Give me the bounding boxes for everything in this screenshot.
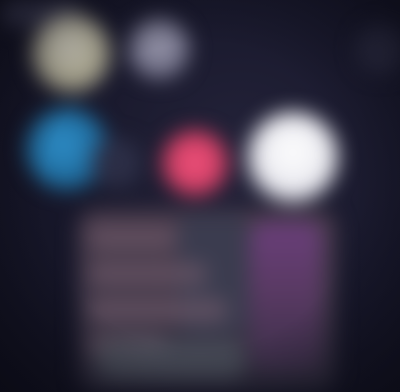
vignette-overlay <box>0 0 400 392</box>
blurred-home-screen <box>0 0 400 392</box>
